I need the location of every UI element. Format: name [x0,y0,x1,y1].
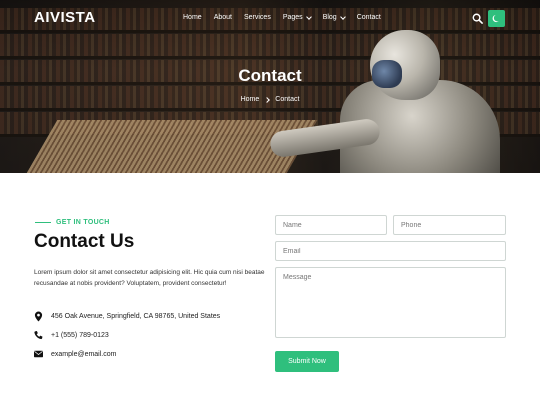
address-info: 456 Oak Avenue, Springfield, CA 98765, U… [34,311,220,321]
nav-label: Home [183,14,202,21]
nav-label: Services [243,14,271,21]
nav-label: Contact [356,14,381,21]
location-pin-icon [34,311,43,321]
section-eyebrow: GET IN TOUCH [35,219,110,226]
breadcrumb: Home Contact [0,96,540,103]
page-title: Contact [238,66,302,85]
nav-item-home[interactable]: Home [183,14,202,21]
nav-label: About [213,14,232,21]
chevron-down-icon [305,13,312,20]
eyebrow-line [35,221,51,224]
breadcrumb-current: Contact [275,96,300,103]
chevron-down-icon [339,13,346,20]
nav-label: Pages [282,14,303,21]
phone-input[interactable] [393,215,506,235]
section-title: Contact Us [34,231,135,252]
submit-button[interactable]: Submit Now [275,351,339,372]
search-icon[interactable] [472,13,483,24]
page-hero: AIVISTA Home About Services Pages Blog C… [0,0,540,173]
chevron-right-icon [264,96,271,103]
nav-item-blog[interactable]: Blog [322,13,346,21]
email-input[interactable] [275,241,506,261]
site-logo[interactable]: AIVISTA [34,9,96,26]
name-input[interactable] [275,215,387,235]
phone-text[interactable]: +1 (555) 789-0123 [51,332,109,339]
address-text: 456 Oak Avenue, Springfield, CA 98765, U… [51,312,221,320]
theme-toggle-button[interactable] [488,10,505,27]
moon-icon [492,14,499,23]
envelope-icon [34,349,43,359]
nav-item-services[interactable]: Services [244,14,271,21]
email-info: example@email.com [34,349,116,359]
nav-label: Blog [322,14,337,21]
nav-item-about[interactable]: About [214,14,232,21]
message-textarea[interactable] [275,267,506,338]
breadcrumb-home-link[interactable]: Home [241,96,260,103]
section-description: Lorem ipsum dolor sit amet consectetur a… [34,269,265,287]
top-navbar: AIVISTA Home About Services Pages Blog C… [0,0,540,36]
nav-item-contact[interactable]: Contact [357,14,381,21]
main-menu: Home About Services Pages Blog Contact [183,13,393,21]
nav-item-pages[interactable]: Pages [282,13,312,21]
eyebrow-text: GET IN TOUCH [56,219,110,226]
phone-info: +1 (555) 789-0123 [34,330,109,340]
phone-icon [34,330,43,340]
email-text[interactable]: example@email.com [51,351,116,358]
